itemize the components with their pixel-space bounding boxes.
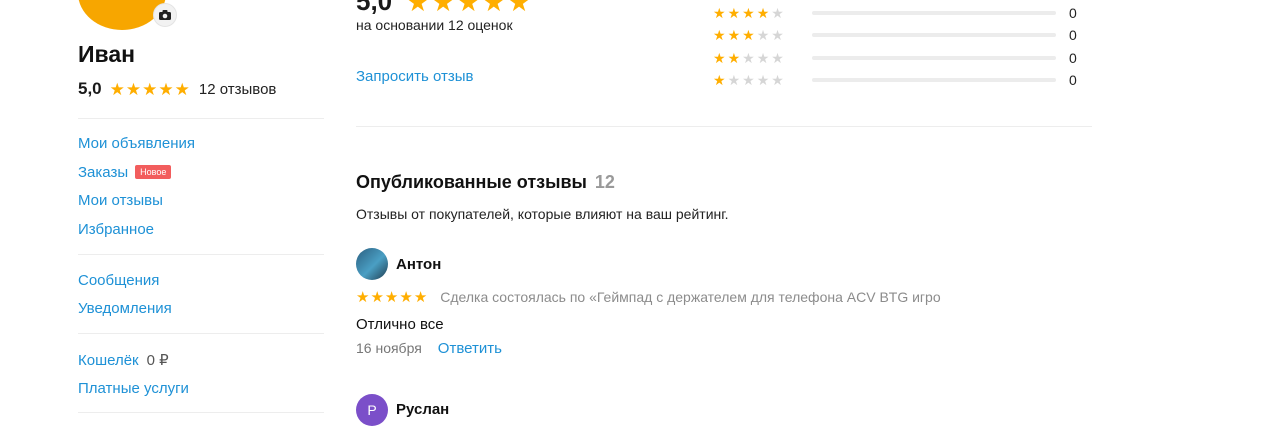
based-on-text: на основании 12 оценок (356, 17, 513, 33)
review-date: 16 ноября (356, 340, 422, 356)
star-icon: ★ (356, 288, 370, 306)
sidebar-divider (78, 333, 324, 334)
request-review-link[interactable]: Запросить отзыв (356, 68, 473, 85)
star-icon: ★ (771, 5, 784, 21)
distribution-bar (812, 11, 1056, 15)
summary-rating-value: 5,0 (356, 0, 393, 16)
profile-rating: 5,0 ★ ★ ★ ★ ★ 12 отзывов (78, 79, 276, 99)
star-icon: ★ (384, 288, 399, 306)
distribution-stars: ★ ★ ★ ★ ★ (713, 6, 801, 20)
sidebar-item-orders[interactable]: Заказы Новое (78, 164, 172, 182)
summary-rating: 5,0 ★ ★ ★ ★ ★ (356, 0, 531, 17)
distribution-count: 0 (1069, 50, 1077, 66)
star-icon: ★ (727, 27, 741, 43)
star-icon: ★ (742, 72, 755, 88)
star-icon: ★ (713, 5, 726, 21)
star-icon: ★ (756, 50, 770, 66)
summary-divider (356, 126, 1092, 127)
section-count: 12 (594, 172, 615, 192)
distribution-bar (812, 56, 1056, 60)
star-icon: ★ (431, 0, 455, 17)
distribution-count: 0 (1069, 72, 1077, 88)
star-icon: ★ (771, 50, 784, 66)
reply-button[interactable]: Ответить (438, 340, 502, 357)
star-icon: ★ (756, 27, 770, 43)
section-title-text: Опубликованные отзывы (356, 172, 587, 192)
star-icon: ★ (742, 50, 755, 66)
rating-stars: ★ ★ ★ ★ ★ (110, 81, 190, 98)
distribution-stars: ★ ★ ★ ★ ★ (713, 28, 801, 42)
sidebar-item-wallet[interactable]: Кошелёк 0 ₽ (78, 351, 169, 369)
wallet-label: Кошелёк (78, 352, 139, 369)
star-icon: ★ (713, 72, 726, 88)
reviewer-name[interactable]: Антон (396, 256, 441, 273)
star-icon: ★ (713, 50, 726, 66)
star-icon: ★ (399, 288, 413, 306)
distribution-stars: ★ ★ ★ ★ ★ (713, 73, 801, 87)
star-icon: ★ (142, 79, 158, 99)
star-icon: ★ (713, 27, 726, 43)
reviewer-name[interactable]: Руслан (396, 401, 449, 418)
sidebar-item-label: Заказы (78, 164, 129, 181)
sidebar-item-notifications[interactable]: Уведомления (78, 300, 172, 317)
star-icon: ★ (742, 27, 755, 43)
star-icon: ★ (174, 79, 190, 99)
sidebar-item-messages[interactable]: Сообщения (78, 272, 159, 289)
distribution-row: ★ ★ ★ ★ ★ 0 (713, 4, 1077, 22)
reviewer-avatar[interactable] (356, 248, 388, 280)
reviews-section-title: Опубликованные отзывы 12 (356, 172, 615, 193)
sidebar-item-my-reviews[interactable]: Мои отзывы (78, 192, 163, 209)
star-icon: ★ (413, 288, 428, 306)
star-icon: ★ (158, 79, 174, 99)
star-icon: ★ (456, 0, 481, 17)
star-icon: ★ (482, 0, 506, 17)
star-icon: ★ (109, 79, 125, 99)
summary-stars: ★ ★ ★ ★ ★ (406, 0, 531, 15)
reviews-count-link[interactable]: 12 отзывов (199, 81, 277, 98)
star-icon: ★ (727, 50, 741, 66)
star-icon: ★ (727, 5, 741, 21)
distribution-bar (812, 33, 1056, 37)
star-icon: ★ (756, 5, 770, 21)
review-footer: 16 ноября Ответить (356, 340, 502, 357)
rating-value: 5,0 (78, 79, 102, 98)
sidebar-item-my-ads[interactable]: Мои объявления (78, 135, 195, 152)
distribution-bar (812, 78, 1056, 82)
change-photo-button[interactable] (153, 3, 177, 27)
distribution-row: ★ ★ ★ ★ ★ 0 (713, 71, 1077, 89)
reviewer-avatar[interactable]: Р (356, 394, 388, 426)
star-icon: ★ (771, 72, 784, 88)
wallet-amount: 0 ₽ (146, 352, 169, 369)
sidebar-divider (78, 254, 324, 255)
distribution-stars: ★ ★ ★ ★ ★ (713, 51, 801, 65)
distribution-count: 0 (1069, 5, 1077, 21)
reviews-section-subtitle: Отзывы от покупателей, которые влияют на… (356, 206, 729, 222)
star-icon: ★ (756, 72, 770, 88)
review-meta: ★ ★ ★ ★ ★ Сделка состоялась по «Геймпад … (356, 289, 941, 305)
camera-icon (159, 10, 171, 20)
review-text: Отлично все (356, 316, 444, 333)
star-icon: ★ (742, 5, 755, 21)
new-badge: Новое (135, 165, 172, 179)
star-icon: ★ (370, 288, 384, 306)
star-icon: ★ (727, 72, 741, 88)
distribution-count: 0 (1069, 27, 1077, 43)
profile-name: Иван (78, 41, 136, 67)
star-icon: ★ (125, 79, 142, 99)
review-deal-text: Сделка состоялась по «Геймпад с держател… (440, 289, 941, 305)
star-icon: ★ (406, 0, 430, 17)
star-icon: ★ (507, 0, 531, 17)
review-stars: ★ ★ ★ ★ ★ (356, 290, 427, 305)
sidebar-item-favorites[interactable]: Избранное (78, 221, 154, 238)
sidebar-divider (78, 412, 324, 413)
distribution-row: ★ ★ ★ ★ ★ 0 (713, 26, 1077, 44)
sidebar-divider (78, 118, 324, 119)
star-icon: ★ (771, 27, 784, 43)
distribution-row: ★ ★ ★ ★ ★ 0 (713, 49, 1077, 67)
sidebar-item-paid-services[interactable]: Платные услуги (78, 380, 189, 397)
